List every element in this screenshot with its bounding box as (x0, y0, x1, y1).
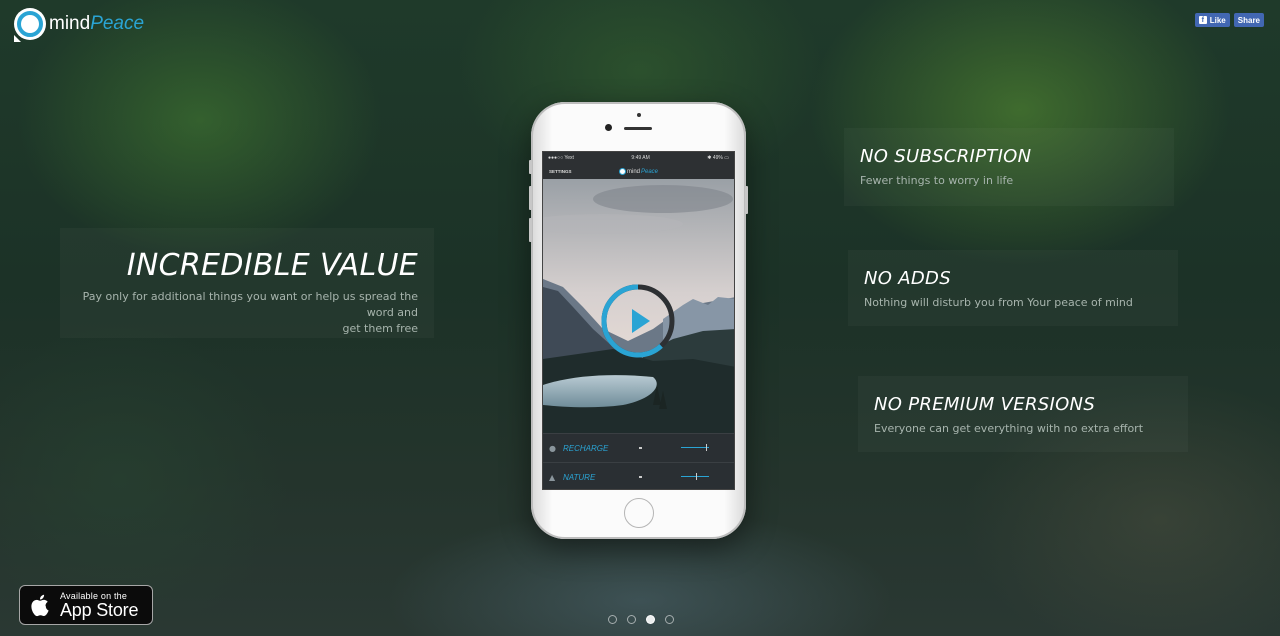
volume-up-button (529, 186, 532, 210)
app-store-badge[interactable]: Available on the App Store (19, 585, 153, 625)
phone-screen: ●●●○○ Yext 9:49 AM ✱ 49% ▭ SETTINGS mind… (542, 151, 735, 490)
earpiece-speaker (624, 127, 652, 130)
carrier-signal: ●●●○○ Yext (548, 155, 574, 161)
volume-slider[interactable] (681, 476, 709, 477)
app-logo-word-1: mind (626, 168, 640, 175)
slide-pager (608, 615, 674, 624)
like-label: Like (1209, 15, 1226, 25)
facebook-like-button[interactable]: f Like (1194, 13, 1230, 27)
logo-mark-icon (14, 8, 46, 42)
battery-percent: 49% (712, 155, 723, 161)
feature-description: Pay only for additional things you want … (80, 289, 418, 337)
feature-no-adds: NO ADDS Nothing will disturb you from Yo… (848, 250, 1178, 326)
app-store-text: Available on the App Store (60, 591, 138, 619)
brand-name: mindPeace (49, 13, 144, 35)
brand-word-1: mind (49, 13, 91, 34)
track-label: NATURE (563, 472, 596, 482)
app-logo-word-2: Peace (641, 168, 659, 175)
brand-word-2: Peace (90, 13, 145, 34)
play-button[interactable] (600, 283, 676, 359)
facebook-icon: f (1198, 16, 1207, 24)
battery-level: ✱ 49% ▭ (707, 155, 729, 161)
proximity-sensor (637, 113, 641, 117)
feature-title: NO SUBSCRIPTION (860, 146, 1032, 167)
play-icon (632, 309, 650, 333)
mute-switch (529, 160, 532, 174)
app-navbar: SETTINGS mind Peace (543, 164, 734, 179)
track-label: RECHARGE (563, 443, 609, 453)
pager-dot[interactable] (608, 615, 617, 624)
volume-down-button (529, 218, 532, 242)
mountain-icon: ▲ (549, 472, 556, 482)
person-icon: ● (549, 443, 556, 453)
pager-dot[interactable] (627, 615, 636, 624)
status-bar: ●●●○○ Yext 9:49 AM ✱ 49% ▭ (543, 152, 734, 164)
track-nature[interactable]: ▲ NATURE (543, 462, 734, 489)
feature-no-premium-versions: NO PREMIUM VERSIONS Everyone can get eve… (858, 376, 1188, 452)
feature-description: Everyone can get everything with no extr… (874, 422, 1144, 435)
share-label: Share (1237, 15, 1260, 25)
pager-dot[interactable] (646, 615, 655, 624)
track-dot (639, 447, 642, 449)
landscape-background (543, 179, 734, 433)
feature-incredible-value: INCREDIBLE VALUE Pay only for additional… (60, 228, 434, 338)
feature-description-line-1: Pay only for additional things you want … (82, 290, 418, 319)
volume-slider[interactable] (681, 447, 709, 448)
feature-no-subscription: NO SUBSCRIPTION Fewer things to worry in… (844, 128, 1174, 206)
feature-title: NO ADDS (864, 268, 951, 289)
feature-description: Fewer things to worry in life (860, 174, 1014, 187)
app-logo-icon (618, 168, 626, 175)
pager-dot[interactable] (665, 615, 674, 624)
app-logo: mind Peace (618, 168, 659, 175)
social-buttons: f Like Share (1194, 13, 1264, 27)
front-camera-icon (605, 124, 612, 131)
app-store-line2: App Store (60, 600, 139, 620)
volume-slider-knob[interactable] (706, 444, 708, 451)
facebook-share-button[interactable]: Share (1233, 13, 1264, 27)
track-dot (639, 476, 642, 478)
status-time: 9:49 AM (631, 155, 650, 161)
feature-title: INCREDIBLE VALUE (126, 248, 418, 283)
feature-title: NO PREMIUM VERSIONS (874, 394, 1096, 415)
power-button (745, 186, 748, 214)
track-recharge[interactable]: ● RECHARGE (543, 433, 734, 462)
apple-icon (31, 594, 49, 617)
feature-description-line-2: get them free (342, 322, 418, 335)
home-button[interactable] (624, 498, 654, 528)
phone-mockup: ●●●○○ Yext 9:49 AM ✱ 49% ▭ SETTINGS mind… (529, 102, 748, 539)
brand-logo[interactable]: mindPeace (14, 8, 144, 42)
feature-description: Nothing will disturb you from Your peace… (864, 296, 1133, 309)
settings-link[interactable]: SETTINGS (549, 169, 572, 174)
volume-slider-knob[interactable] (696, 473, 698, 480)
